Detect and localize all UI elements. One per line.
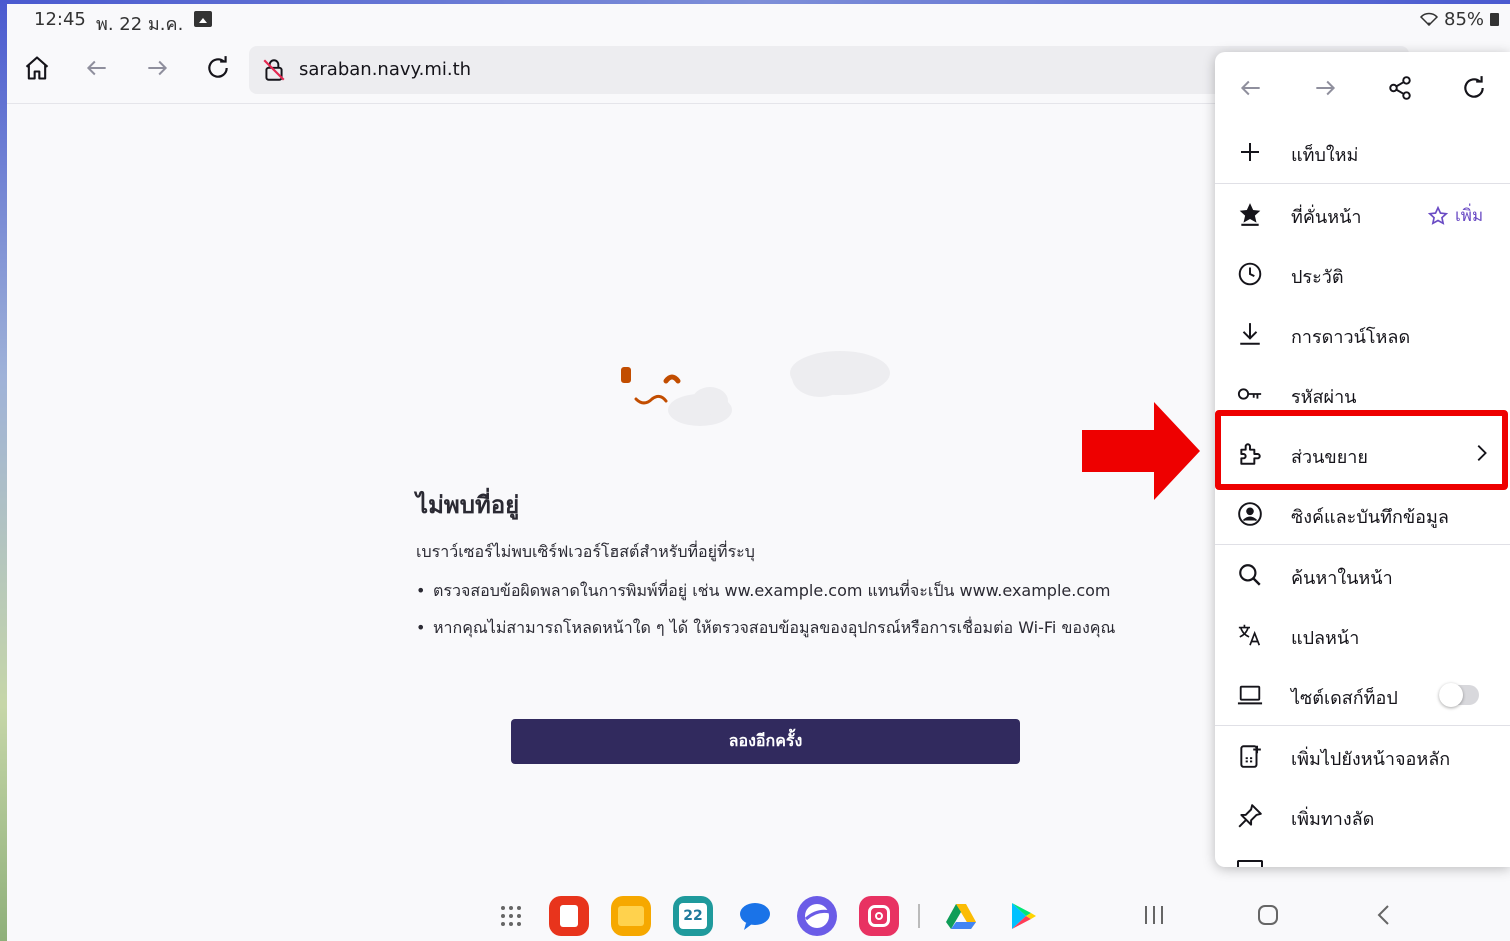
taskbar: 22 bbox=[7, 880, 1510, 941]
status-bar: 12:45 พ. 22 ม.ค. 85% bbox=[7, 4, 1510, 36]
menu-item-add-to-home[interactable]: เพิ่มไปยังหน้าจอหลัก bbox=[1215, 726, 1510, 786]
translate-icon bbox=[1237, 622, 1263, 648]
key-icon bbox=[1237, 381, 1263, 407]
back-nav-button[interactable] bbox=[1373, 904, 1395, 930]
star-icon bbox=[1237, 201, 1263, 227]
account-icon bbox=[1237, 501, 1263, 527]
home-icon bbox=[25, 56, 49, 80]
laptop-icon bbox=[1237, 682, 1263, 708]
red-arrow-annotation bbox=[1082, 402, 1200, 500]
wifi-icon bbox=[1419, 11, 1439, 31]
error-illustration bbox=[610, 335, 900, 435]
menu-share-button[interactable] bbox=[1382, 70, 1418, 106]
plus-icon bbox=[1237, 139, 1263, 165]
error-description: เบราว์เซอร์ไม่พบเซิร์ฟเวอร์โฮสต์สำหรับที… bbox=[416, 542, 755, 561]
add-bookmark-label: เพิ่ม bbox=[1455, 206, 1484, 226]
home-nav-icon bbox=[1258, 905, 1278, 925]
back-button[interactable] bbox=[79, 50, 115, 86]
back-nav-icon bbox=[1377, 905, 1389, 925]
notes-app-icon[interactable] bbox=[549, 896, 589, 936]
suggestion-item: ตรวจสอบข้อผิดพลาดในการพิมพ์ที่อยู่ เช่น … bbox=[416, 578, 1116, 603]
menu-item-add-shortcut[interactable]: เพิ่มทางลัด bbox=[1215, 786, 1510, 846]
url-text[interactable]: saraban.navy.mi.th bbox=[299, 59, 471, 80]
broken-lock-icon[interactable] bbox=[261, 57, 287, 87]
suggestion-item: หากคุณไม่สามารถโหลดหน้าใด ๆ ได้ ให้ตรวจส… bbox=[416, 615, 1116, 640]
play-store-app-icon[interactable] bbox=[1003, 896, 1043, 936]
forward-button[interactable] bbox=[139, 50, 175, 86]
error-suggestions: ตรวจสอบข้อผิดพลาดในการพิมพ์ที่อยู่ เช่น … bbox=[416, 578, 1116, 652]
desktop-site-toggle[interactable] bbox=[1439, 683, 1479, 707]
try-again-button[interactable]: ลองอีกครั้ง bbox=[511, 719, 1020, 764]
red-highlight-box bbox=[1215, 410, 1508, 490]
battery-icon bbox=[1489, 13, 1499, 26]
reload-icon bbox=[208, 56, 228, 78]
arrow-left-icon bbox=[1240, 80, 1260, 96]
add-bookmark-button[interactable]: เพิ่ม bbox=[1427, 202, 1483, 229]
share-icon bbox=[1389, 76, 1411, 100]
recent-apps-button[interactable] bbox=[1143, 904, 1165, 930]
menu-item-new-tab[interactable]: แท็บใหม่ bbox=[1215, 122, 1510, 182]
home-nav-button[interactable] bbox=[1257, 904, 1279, 930]
search-icon bbox=[1237, 562, 1263, 588]
arrow-left-icon bbox=[86, 60, 106, 76]
menu-item-desktop-site[interactable]: ไซต์เดสก์ท็อป bbox=[1215, 665, 1510, 725]
menu-item-label: ประวัติ bbox=[1291, 267, 1344, 288]
calendar-app-icon[interactable]: 22 bbox=[673, 896, 713, 936]
home-button[interactable] bbox=[19, 50, 55, 86]
recents-icon bbox=[1145, 906, 1163, 924]
messages-app-icon[interactable] bbox=[735, 896, 775, 936]
status-date: พ. 22 ม.ค. bbox=[96, 14, 184, 35]
menu-item-label: ค้นหาในหน้า bbox=[1291, 568, 1393, 589]
arrow-right-icon bbox=[148, 60, 168, 76]
reload-icon bbox=[1464, 76, 1484, 98]
menu-item-downloads[interactable]: การดาวน์โหลด bbox=[1215, 304, 1510, 364]
menu-item-label: เพิ่มทางลัด bbox=[1291, 809, 1375, 830]
menu-nav-row bbox=[1215, 52, 1510, 124]
arrow-right-icon bbox=[1316, 80, 1336, 96]
menu-item-sync[interactable]: ซิงค์และบันทึกข้อมูล bbox=[1215, 484, 1510, 544]
image-notification-icon bbox=[194, 11, 212, 27]
menu-item-label: รหัสผ่าน bbox=[1291, 387, 1357, 408]
menu-reload-button[interactable] bbox=[1456, 70, 1492, 106]
menu-item-label: ไซต์เดสก์ท็อป bbox=[1291, 688, 1398, 709]
clock-icon bbox=[1237, 261, 1263, 287]
menu-item-label: แท็บใหม่ bbox=[1291, 145, 1359, 166]
menu-back-button[interactable] bbox=[1233, 70, 1269, 106]
menu-item-find-in-page[interactable]: ค้นหาในหน้า bbox=[1215, 545, 1510, 605]
calendar-day: 22 bbox=[679, 903, 707, 929]
menu-next-item-partial bbox=[1237, 860, 1263, 867]
internet-app-icon[interactable] bbox=[797, 896, 837, 936]
pin-icon bbox=[1237, 803, 1263, 829]
drive-app-icon[interactable] bbox=[941, 896, 981, 936]
download-icon bbox=[1237, 321, 1263, 347]
camera-app-icon[interactable] bbox=[859, 896, 899, 936]
screen-frame-left bbox=[0, 0, 7, 941]
menu-item-label: ซิงค์และบันทึกข้อมูล bbox=[1291, 507, 1449, 528]
menu-item-label: การดาวน์โหลด bbox=[1291, 327, 1411, 348]
grid-icon bbox=[501, 906, 521, 926]
menu-item-label: ที่คั่นหน้า bbox=[1291, 207, 1362, 228]
status-time: 12:45 bbox=[34, 9, 86, 30]
taskbar-divider bbox=[918, 904, 920, 928]
app-drawer-button[interactable] bbox=[491, 896, 531, 936]
add-home-icon bbox=[1237, 743, 1263, 769]
error-title: ไม่พบที่อยู่ bbox=[416, 491, 520, 519]
menu-item-label: เพิ่มไปยังหน้าจอหลัก bbox=[1291, 749, 1451, 770]
files-app-icon[interactable] bbox=[611, 896, 651, 936]
menu-item-bookmarks[interactable]: ที่คั่นหน้า เพิ่ม bbox=[1215, 184, 1510, 244]
battery-level: 85% bbox=[1444, 9, 1499, 30]
star-outline-icon bbox=[1427, 205, 1449, 225]
menu-item-label: แปลหน้า bbox=[1291, 628, 1360, 649]
menu-item-translate[interactable]: แปลหน้า bbox=[1215, 605, 1510, 665]
menu-item-history[interactable]: ประวัติ bbox=[1215, 244, 1510, 304]
menu-forward-button[interactable] bbox=[1307, 70, 1343, 106]
reload-button[interactable] bbox=[200, 50, 236, 86]
